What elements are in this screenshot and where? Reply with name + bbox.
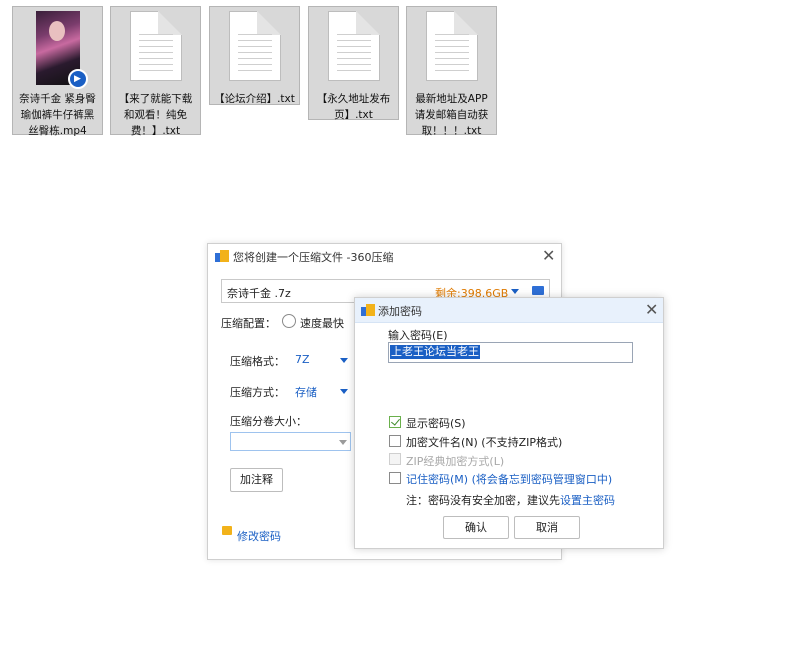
chevron-down-icon[interactable] (340, 389, 348, 394)
file-name: 【论坛介绍】.txt (214, 93, 295, 105)
file-name: 奈诗千金 紧身臀 瑜伽裤牛仔裤黑 丝臀栋.mp4 (19, 93, 96, 137)
folder-icon[interactable] (532, 286, 544, 295)
file-tile-txt-intro[interactable]: 【论坛介绍】.txt (209, 6, 300, 105)
file-tile-txt-app[interactable]: 最新地址及APP 请发邮箱自动获 取！！！.txt (406, 6, 497, 137)
output-filename: 奈诗千金 .7z (227, 287, 291, 300)
lock-icon (222, 526, 232, 535)
file-tile-txt-address[interactable]: 【永久地址发布 页】.txt (308, 6, 399, 121)
password-input-label: 输入密码(E) (388, 329, 448, 342)
config-label: 压缩配置： (221, 317, 276, 330)
password-value: 上老王论坛当老王 (390, 345, 480, 359)
file-name: 【永久地址发布 页】.txt (316, 93, 391, 121)
app-logo-icon (361, 304, 375, 316)
file-name: 【来了就能下载 和观看！纯免 费！】.txt (118, 93, 193, 137)
chevron-down-icon[interactable] (340, 358, 348, 363)
speed-radio[interactable] (282, 314, 296, 328)
security-note: 注：密码没有安全加密，建议先设置主密码 (406, 494, 615, 507)
show-password-checkbox[interactable] (389, 416, 401, 428)
password-input[interactable]: 上老王论坛当老王 (388, 342, 633, 363)
encrypt-filenames-checkbox[interactable] (389, 435, 401, 447)
remember-password-checkbox[interactable] (389, 472, 401, 484)
show-password-label: 显示密码(S) (406, 417, 466, 430)
chevron-down-icon[interactable] (339, 440, 347, 445)
zip-classic-label: ZIP经典加密方式(L) (406, 455, 505, 468)
file-name: 最新地址及APP 请发邮箱自动获 取！！！.txt (414, 93, 489, 137)
speed-option-label: 速度最快 (300, 317, 344, 330)
remember-password-label: 记住密码(M) (将会备忘到密码管理窗口中) (406, 473, 613, 486)
format-label: 压缩格式： (230, 355, 285, 368)
app-logo-icon (215, 250, 229, 262)
encrypt-filenames-label: 加密文件名(N) (不支持ZIP格式) (406, 436, 563, 449)
password-dialog: 添加密码 ✕ 输入密码(E) 上老王论坛当老王 显示密码(S) 加密文件名(N)… (354, 297, 664, 549)
method-select[interactable]: 存储 (295, 384, 317, 400)
text-file-icon (129, 11, 182, 81)
zip-classic-checkbox[interactable] (389, 453, 401, 465)
compress-dialog-titlebar[interactable]: 您将创建一个压缩文件 -360压缩 ✕ (208, 244, 561, 268)
change-password-link[interactable]: 修改密码 (237, 528, 281, 544)
text-file-icon (425, 11, 478, 81)
close-icon[interactable]: ✕ (645, 302, 658, 318)
ok-button[interactable]: 确认 (443, 516, 509, 539)
add-comment-button[interactable]: 加注释 (230, 468, 283, 492)
text-file-icon (327, 11, 380, 81)
volume-size-combo[interactable] (230, 432, 351, 451)
format-select[interactable]: 7Z (295, 353, 310, 366)
password-dialog-titlebar[interactable]: 添加密码 ✕ (355, 298, 663, 323)
chevron-down-icon[interactable] (511, 289, 519, 294)
cancel-button[interactable]: 取消 (514, 516, 580, 539)
method-label: 压缩方式： (230, 386, 285, 399)
dialog-title: 添加密码 (378, 305, 422, 318)
set-master-password-link[interactable]: 设置主密码 (560, 494, 615, 507)
file-tile-video[interactable]: ▶ 奈诗千金 紧身臀 瑜伽裤牛仔裤黑 丝臀栋.mp4 (12, 6, 103, 137)
volume-label: 压缩分卷大小： (230, 415, 307, 428)
video-thumbnail-icon: ▶ (35, 11, 88, 89)
file-tile-txt-download[interactable]: 【来了就能下载 和观看！纯免 费！】.txt (110, 6, 201, 137)
dialog-title: 您将创建一个压缩文件 -360压缩 (233, 251, 394, 264)
close-icon[interactable]: ✕ (542, 248, 555, 264)
text-file-icon (228, 11, 281, 81)
